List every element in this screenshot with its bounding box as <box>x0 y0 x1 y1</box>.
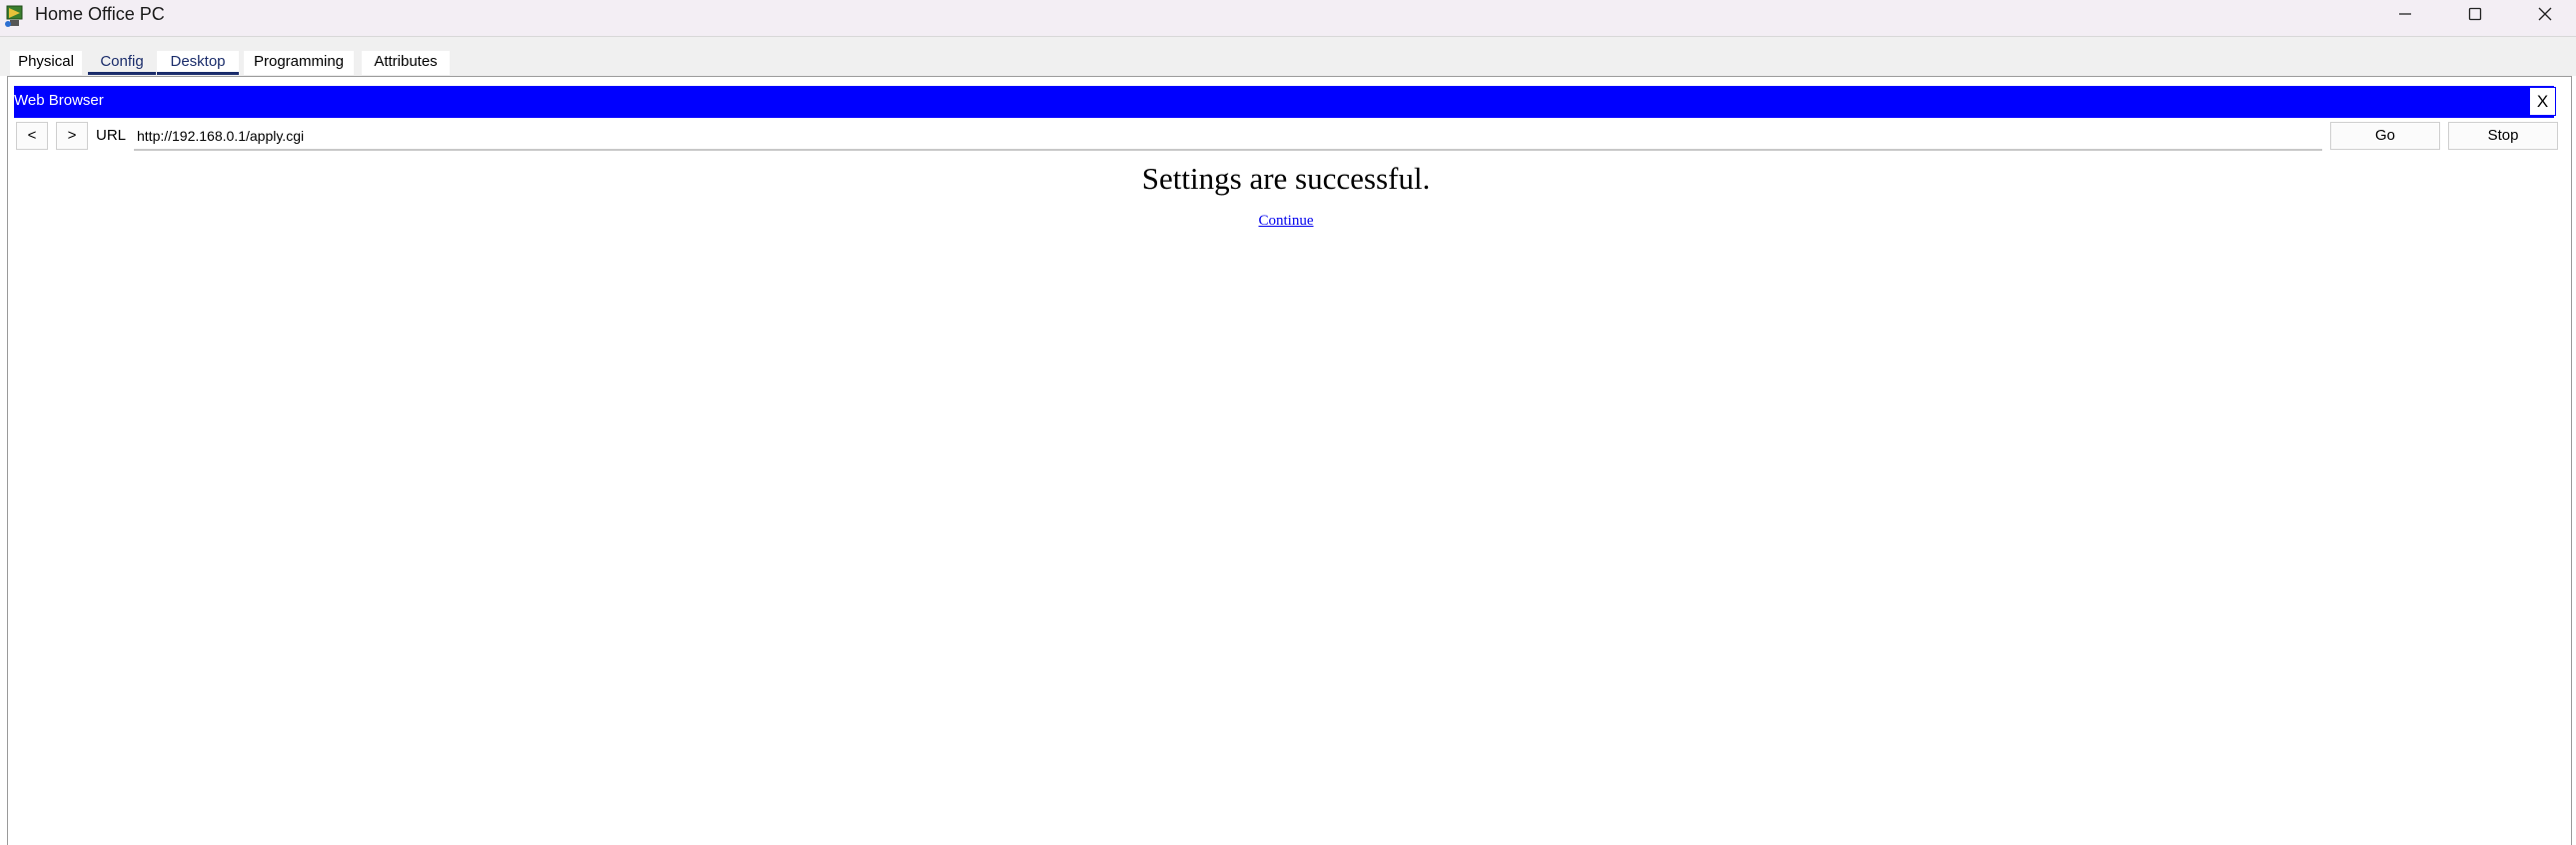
url-label: URL <box>96 127 127 144</box>
browser-page-content: Settings are successful. Continue <box>14 156 2558 845</box>
settings-message: Settings are successful. <box>1141 161 1431 196</box>
close-window-button[interactable] <box>2510 0 2576 28</box>
url-input[interactable] <box>134 122 2322 151</box>
back-button[interactable]: < <box>16 122 48 150</box>
minimize-button[interactable] <box>2370 0 2440 28</box>
tab-attributes[interactable]: Attributes <box>362 51 450 75</box>
maximize-icon <box>2468 7 2482 21</box>
tab-programming[interactable]: Programming <box>244 51 354 75</box>
tab-config[interactable]: Config <box>88 51 156 75</box>
tab-strip: Physical Config Desktop Programming Attr… <box>0 36 2576 76</box>
tab-desktop[interactable]: Desktop <box>157 51 239 75</box>
web-browser-header <box>14 86 2554 118</box>
maximize-button[interactable] <box>2440 0 2510 28</box>
packet-tracer-pc-icon <box>5 5 23 27</box>
close-icon <box>2538 7 2552 21</box>
web-browser-close-button[interactable]: X <box>2529 87 2556 116</box>
go-button[interactable]: Go <box>2330 122 2440 150</box>
minimize-icon <box>2399 13 2411 15</box>
web-browser-title: Web Browser <box>14 92 104 109</box>
forward-button[interactable]: > <box>56 122 88 150</box>
window-title: Home Office PC <box>35 4 165 24</box>
tab-physical[interactable]: Physical <box>10 51 82 75</box>
continue-link[interactable]: Continue <box>1259 213 1314 229</box>
stop-button[interactable]: Stop <box>2448 122 2558 150</box>
continue-link-wrapper: Continue <box>14 212 2558 230</box>
window-titlebar: Home Office PC <box>0 0 2576 36</box>
